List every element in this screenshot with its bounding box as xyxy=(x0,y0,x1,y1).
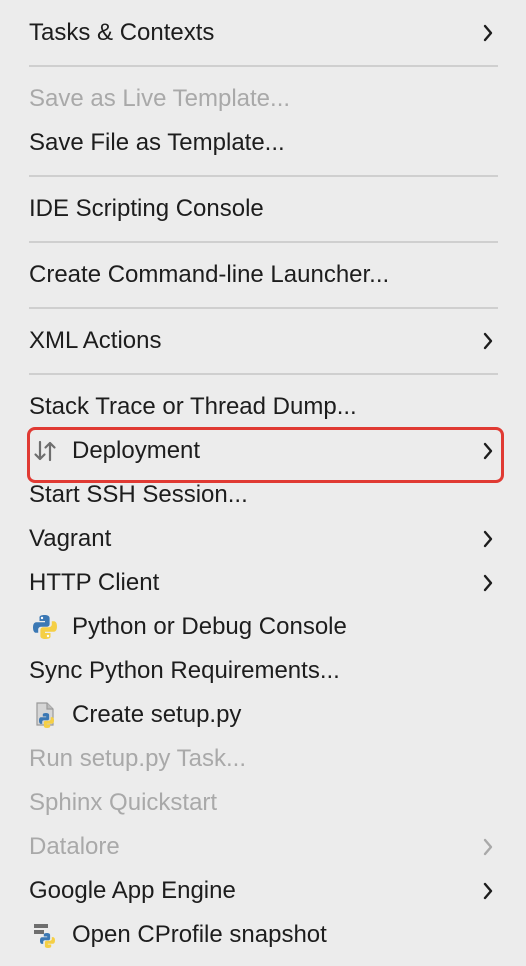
menu-item-datalore[interactable]: Datalore xyxy=(0,825,526,869)
chevron-right-icon xyxy=(478,573,498,593)
menu-separator xyxy=(0,55,526,77)
menu-item-label: Vagrant xyxy=(29,525,112,552)
menu-item-label: Open CProfile snapshot xyxy=(72,921,327,948)
chevron-right-icon xyxy=(478,881,498,901)
python-profile-icon xyxy=(29,919,61,951)
menu-item-label: Datalore xyxy=(29,833,120,860)
menu-item-label: Create Command-line Launcher... xyxy=(29,261,390,288)
chevron-right-icon xyxy=(478,529,498,549)
menu-item-xml-actions[interactable]: XML Actions xyxy=(0,319,526,363)
menu-item-label: Save File as Template... xyxy=(29,129,285,156)
menu-separator xyxy=(0,165,526,187)
deployment-arrows-icon xyxy=(29,435,61,467)
menu-item-label: Sphinx Quickstart xyxy=(29,789,218,816)
tools-menu: Tasks & Contexts Save as Live Template..… xyxy=(0,0,526,966)
chevron-right-icon xyxy=(478,331,498,351)
menu-item-label: Run setup.py Task... xyxy=(29,745,247,772)
menu-item-label: Sync Python Requirements... xyxy=(29,657,340,684)
menu-item-open-cprofile-snapshot[interactable]: Open CProfile snapshot xyxy=(0,913,526,957)
menu-item-run-setup-py-task[interactable]: Run setup.py Task... xyxy=(0,737,526,781)
menu-item-save-file-template[interactable]: Save File as Template... xyxy=(0,121,526,165)
menu-item-http-client[interactable]: HTTP Client xyxy=(0,561,526,605)
menu-item-sync-python-requirements[interactable]: Sync Python Requirements... xyxy=(0,649,526,693)
menu-separator xyxy=(0,297,526,319)
menu-separator xyxy=(0,363,526,385)
menu-item-label: Save as Live Template... xyxy=(29,85,291,112)
chevron-right-icon xyxy=(478,441,498,461)
menu-separator xyxy=(0,231,526,253)
menu-item-label: Stack Trace or Thread Dump... xyxy=(29,393,357,420)
menu-item-stack-trace[interactable]: Stack Trace or Thread Dump... xyxy=(0,385,526,429)
menu-item-sphinx-quickstart[interactable]: Sphinx Quickstart xyxy=(0,781,526,825)
menu-item-vagrant[interactable]: Vagrant xyxy=(0,517,526,561)
menu-item-create-setup-py[interactable]: Create setup.py xyxy=(0,693,526,737)
menu-item-label: Tasks & Contexts xyxy=(29,19,215,46)
menu-item-label: Create setup.py xyxy=(72,701,242,728)
chevron-right-icon xyxy=(478,837,498,857)
menu-item-label: HTTP Client xyxy=(29,569,160,596)
menu-item-ide-scripting-console[interactable]: IDE Scripting Console xyxy=(0,187,526,231)
menu-item-label: IDE Scripting Console xyxy=(29,195,264,222)
python-icon xyxy=(29,611,61,643)
menu-item-label: Deployment xyxy=(72,437,201,464)
menu-item-label: Start SSH Session... xyxy=(29,481,248,508)
python-file-icon xyxy=(29,699,61,731)
menu-item-tasks-contexts[interactable]: Tasks & Contexts xyxy=(0,11,526,55)
menu-item-save-live-template[interactable]: Save as Live Template... xyxy=(0,77,526,121)
menu-item-label: XML Actions xyxy=(29,327,162,354)
menu-item-start-ssh-session[interactable]: Start SSH Session... xyxy=(0,473,526,517)
menu-item-label: Google App Engine xyxy=(29,877,236,904)
menu-item-create-command-line-launcher[interactable]: Create Command-line Launcher... xyxy=(0,253,526,297)
menu-item-label: Python or Debug Console xyxy=(72,613,347,640)
menu-item-deployment[interactable]: Deployment xyxy=(0,429,526,473)
menu-item-python-debug-console[interactable]: Python or Debug Console xyxy=(0,605,526,649)
chevron-right-icon xyxy=(478,23,498,43)
menu-item-google-app-engine[interactable]: Google App Engine xyxy=(0,869,526,913)
